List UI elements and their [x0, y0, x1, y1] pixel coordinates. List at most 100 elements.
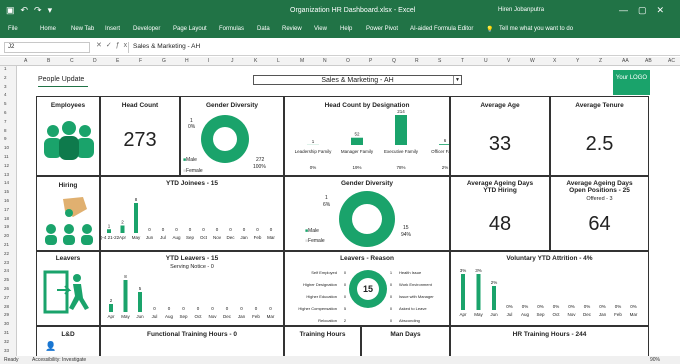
zoom-level[interactable]: 90%: [650, 357, 660, 363]
row-header[interactable]: 26: [4, 286, 9, 291]
column-header[interactable]: E: [116, 58, 119, 64]
row-header[interactable]: 11: [4, 154, 9, 159]
tab-formulas[interactable]: Formulas: [219, 26, 244, 32]
row-header[interactable]: 13: [4, 172, 9, 177]
column-header[interactable]: K: [254, 58, 257, 64]
user-name[interactable]: Hiren Jobanputra: [498, 7, 544, 13]
formula-buttons[interactable]: ✕✓ƒx: [96, 41, 131, 49]
row-header[interactable]: 19: [4, 224, 9, 229]
row-header[interactable]: 5: [4, 101, 7, 106]
department-dropdown[interactable]: Sales & Marketing - AH ▼: [253, 75, 462, 85]
tab-power-pivot[interactable]: Power Pivot: [366, 26, 398, 32]
row-header[interactable]: 15: [4, 189, 9, 194]
worksheet[interactable]: People Update Sales & Marketing - AH ▼ Yo…: [17, 66, 680, 358]
tab-insert[interactable]: Insert: [105, 26, 120, 32]
column-header[interactable]: G: [162, 58, 166, 64]
row-header[interactable]: 18: [4, 216, 9, 221]
accessibility-status[interactable]: Accessibility: Investigate: [32, 357, 86, 363]
attrition-month: Jun: [490, 312, 498, 317]
column-header[interactable]: AA: [622, 58, 629, 64]
designation-name: Officer Family: [431, 149, 450, 154]
row-header[interactable]: 17: [4, 207, 9, 212]
row-header[interactable]: 8: [4, 128, 7, 133]
name-box[interactable]: J2: [4, 42, 90, 53]
column-header[interactable]: Y: [576, 58, 579, 64]
row-header[interactable]: 30: [4, 321, 9, 326]
row-header[interactable]: 20: [4, 233, 9, 238]
row-header[interactable]: 7: [4, 119, 7, 124]
column-header[interactable]: S: [438, 58, 441, 64]
column-header[interactable]: AC: [668, 58, 675, 64]
hiring-gender-card: Gender Diversity 1 6% 15 94% ■Male ■Fema…: [284, 176, 450, 251]
attrition-month: Aug: [521, 312, 530, 317]
row-header[interactable]: 9: [4, 136, 7, 141]
reason-right-name: Work Environment: [399, 282, 433, 287]
column-header[interactable]: D: [93, 58, 97, 64]
tab-help[interactable]: Help: [340, 26, 352, 32]
column-header[interactable]: T: [461, 58, 464, 64]
row-header[interactable]: 21: [4, 242, 9, 247]
column-header[interactable]: Q: [392, 58, 396, 64]
quick-access-toolbar[interactable]: ▣↶↷▾: [6, 5, 58, 16]
column-header[interactable]: I: [208, 58, 209, 64]
row-header[interactable]: 4: [4, 92, 7, 97]
tab-ai-formula-editor[interactable]: AI-aided Formula Editor: [410, 26, 473, 32]
attrition-value: 0%: [522, 304, 529, 309]
row-header[interactable]: 3: [4, 84, 7, 89]
column-header[interactable]: W: [530, 58, 535, 64]
row-header[interactable]: 16: [4, 198, 9, 203]
row-header[interactable]: 24: [4, 268, 9, 273]
row-header[interactable]: 6: [4, 110, 7, 115]
row-header[interactable]: 33: [4, 348, 9, 353]
column-header[interactable]: A: [24, 58, 27, 64]
row-header[interactable]: 1: [4, 66, 7, 71]
tell-me-box[interactable]: Tell me what you want to do: [499, 26, 573, 32]
column-header[interactable]: L: [277, 58, 280, 64]
ld-label: L&D: [61, 331, 75, 338]
tab-view[interactable]: View: [314, 26, 327, 32]
column-header[interactable]: B: [47, 58, 50, 64]
column-header[interactable]: V: [507, 58, 510, 64]
column-header[interactable]: H: [185, 58, 189, 64]
tab-file[interactable]: File: [8, 26, 18, 32]
row-header[interactable]: 10: [4, 145, 9, 150]
formula-input[interactable]: Sales & Marketing - AH: [128, 42, 676, 53]
row-header[interactable]: 27: [4, 295, 9, 300]
row-header[interactable]: 32: [4, 339, 9, 344]
tab-page-layout[interactable]: Page Layout: [173, 26, 207, 32]
leavers-month: Feb: [252, 314, 260, 319]
column-header[interactable]: M: [300, 58, 304, 64]
tab-review[interactable]: Review: [282, 26, 302, 32]
row-header[interactable]: 12: [4, 163, 9, 168]
column-header[interactable]: R: [415, 58, 419, 64]
tab-home[interactable]: Home: [40, 26, 56, 32]
tab-developer[interactable]: Developer: [133, 26, 160, 32]
row-header[interactable]: 14: [4, 180, 9, 185]
column-header[interactable]: O: [346, 58, 350, 64]
ytd-leavers-chart: 2 Apr 8 May 5 Jun 0 Jul 0 Aug 0 Sep 0 Oct 0 Nov 0 Dec 0 Jan…: [107, 274, 274, 319]
row-header[interactable]: 29: [4, 312, 9, 317]
row-header[interactable]: 22: [4, 251, 9, 256]
joinees-bar: [134, 203, 138, 233]
tell-me-icon[interactable]: 💡: [486, 26, 493, 33]
window-controls[interactable]: —▢✕: [619, 5, 674, 16]
chevron-down-icon[interactable]: ▼: [453, 76, 461, 84]
tab-data[interactable]: Data: [257, 26, 270, 32]
column-header[interactable]: C: [70, 58, 74, 64]
column-header[interactable]: N: [323, 58, 327, 64]
row-header[interactable]: 31: [4, 330, 9, 335]
row-header[interactable]: 28: [4, 304, 9, 309]
tab-new-tab[interactable]: New Tab: [71, 26, 94, 32]
column-header[interactable]: F: [139, 58, 142, 64]
row-header[interactable]: 2: [4, 75, 7, 80]
row-header[interactable]: 25: [4, 277, 9, 282]
avg-age-card: Average Age 33: [450, 96, 550, 176]
column-header[interactable]: U: [484, 58, 488, 64]
column-header[interactable]: J: [231, 58, 234, 64]
column-header[interactable]: P: [369, 58, 372, 64]
column-header[interactable]: Z: [599, 58, 602, 64]
column-header[interactable]: X: [553, 58, 556, 64]
reason-right-count: 1: [390, 270, 393, 275]
row-header[interactable]: 23: [4, 260, 9, 265]
column-header[interactable]: AB: [645, 58, 652, 64]
